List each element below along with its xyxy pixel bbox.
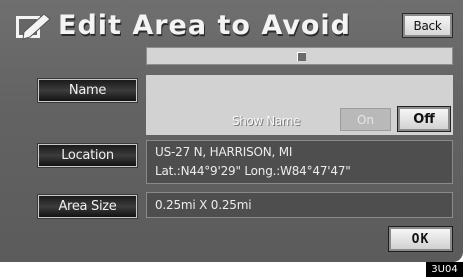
name-button[interactable]: Name (38, 79, 137, 102)
figure-code: 3U04 (426, 262, 463, 277)
page-title: Edit Area to Avoid (58, 10, 351, 41)
edit-area-panel: Edit Area to Avoid Back Name Show Name O… (0, 0, 463, 262)
location-coordinates: Lat.:N44°9'29" Long.:W84°47'47" (155, 164, 351, 178)
back-button[interactable]: Back (402, 13, 453, 38)
location-button[interactable]: Location (38, 144, 137, 167)
area-size-value: 0.25mi X 0.25mi (155, 198, 252, 212)
location-address: US-27 N, HARRISON, MI (155, 145, 293, 159)
show-name-off-button[interactable]: Off (397, 106, 451, 132)
area-size-info: 0.25mi X 0.25mi (146, 192, 453, 218)
map-marker-icon (297, 52, 306, 61)
location-info: US-27 N, HARRISON, MI Lat.:N44°9'29" Lon… (146, 140, 453, 184)
area-size-button[interactable]: Area Size (38, 195, 137, 218)
show-name-label: Show Name (232, 114, 300, 128)
map-preview-strip (146, 47, 453, 65)
show-name-on-button[interactable]: On (340, 108, 391, 131)
ok-button[interactable]: OK (388, 226, 453, 252)
navigation-screen: Edit Area to Avoid Back Name Show Name O… (0, 0, 463, 277)
pencil-edit-icon (16, 13, 51, 40)
